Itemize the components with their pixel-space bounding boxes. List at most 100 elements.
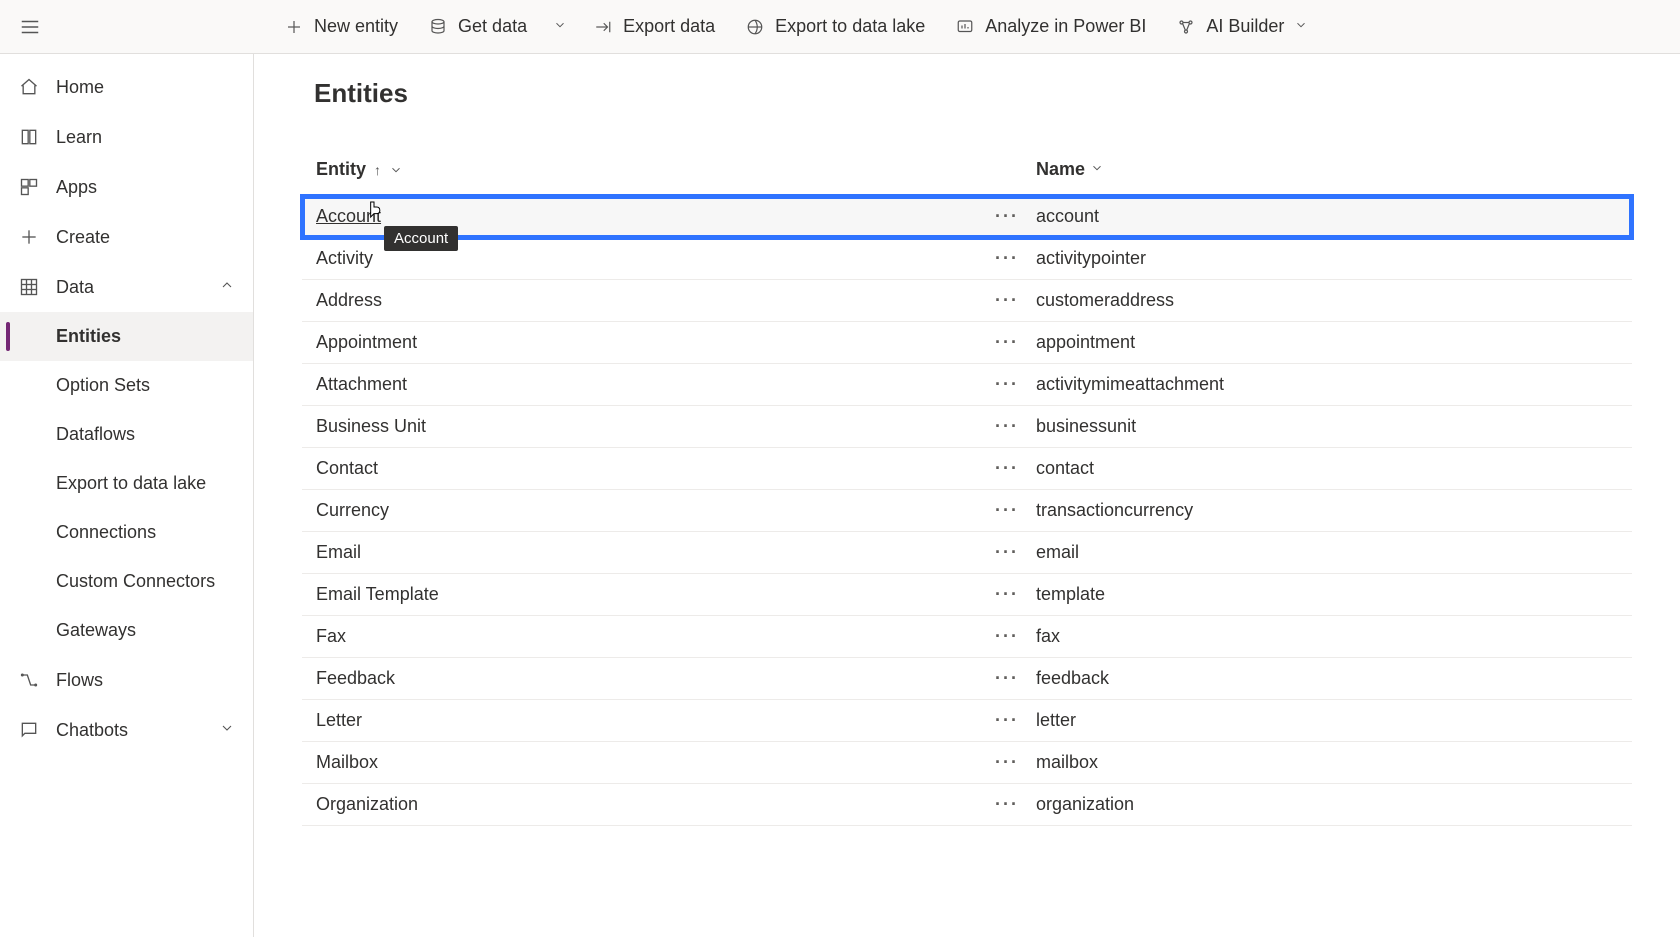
chevron-down-icon — [1090, 161, 1104, 175]
row-more-button[interactable]: ··· — [982, 542, 1032, 563]
entity-name-cell: contact — [1032, 458, 1632, 479]
get-data-button[interactable]: Get data — [414, 10, 541, 43]
new-entity-button[interactable]: New entity — [270, 10, 412, 43]
entity-link[interactable]: Feedback — [316, 668, 395, 689]
row-more-button[interactable]: ··· — [982, 794, 1032, 815]
sidebar-item-label: Dataflows — [56, 424, 135, 445]
row-more-button[interactable]: ··· — [982, 374, 1032, 395]
hamburger-icon — [19, 16, 41, 38]
table-row[interactable]: Activity ···activitypointer — [302, 238, 1632, 280]
export-data-label: Export data — [623, 16, 715, 37]
entity-name-cell: fax — [1032, 626, 1632, 647]
sidebar-item-dataflows[interactable]: Dataflows — [0, 410, 253, 459]
entity-name-cell: transactioncurrency — [1032, 500, 1632, 521]
entity-link[interactable]: Email — [316, 542, 361, 563]
table-row[interactable]: Letter···letter — [302, 700, 1632, 742]
sort-ascending-icon: ↑ — [374, 162, 381, 178]
row-more-button[interactable]: ··· — [982, 416, 1032, 437]
sidebar-item-label: Option Sets — [56, 375, 150, 396]
get-data-dropdown[interactable] — [543, 10, 577, 43]
entity-name-cell: email — [1032, 542, 1632, 563]
export-icon — [593, 17, 613, 37]
entity-name-cell: businessunit — [1032, 416, 1632, 437]
table-row[interactable]: Business Unit ···businessunit — [302, 406, 1632, 448]
row-more-button[interactable]: ··· — [982, 332, 1032, 353]
sidebar-item-label: Home — [56, 77, 104, 98]
entity-name-cell: activitymimeattachment — [1032, 374, 1632, 395]
row-more-button[interactable]: ··· — [982, 206, 1032, 227]
row-more-button[interactable]: ··· — [982, 290, 1032, 311]
hamburger-button[interactable] — [12, 9, 48, 45]
table-row[interactable]: Currency ···transactioncurrency — [302, 490, 1632, 532]
grid-header: Entity ↑ Name — [302, 149, 1632, 196]
sidebar-item-apps[interactable]: Apps — [0, 162, 253, 212]
entity-link[interactable]: Currency — [316, 500, 389, 521]
column-header-label: Entity — [316, 159, 366, 180]
sidebar-item-data[interactable]: Data — [0, 262, 253, 312]
ai-builder-button[interactable]: AI Builder — [1162, 10, 1322, 43]
sidebar-item-gateways[interactable]: Gateways — [0, 606, 253, 655]
analyze-powerbi-label: Analyze in Power BI — [985, 16, 1146, 37]
sidebar-item-label: Entities — [56, 326, 121, 347]
sidebar-item-option-sets[interactable]: Option Sets — [0, 361, 253, 410]
entity-link[interactable]: Letter — [316, 710, 362, 731]
table-row[interactable]: Feedback ···feedback — [302, 658, 1632, 700]
entity-link[interactable]: Appointment — [316, 332, 417, 353]
table-row[interactable]: Appointment···appointment — [302, 322, 1632, 364]
row-more-button[interactable]: ··· — [982, 668, 1032, 689]
entity-link[interactable]: Email Template — [316, 584, 439, 605]
sidebar-item-label: Apps — [56, 177, 97, 198]
chevron-up-icon — [219, 277, 235, 298]
entity-link[interactable]: Contact — [316, 458, 378, 479]
sidebar-item-learn[interactable]: Learn — [0, 112, 253, 162]
entity-link[interactable]: Attachment — [316, 374, 407, 395]
sidebar-item-label: Custom Connectors — [56, 571, 215, 592]
analyze-powerbi-button[interactable]: Analyze in Power BI — [941, 10, 1160, 43]
table-row[interactable]: Account···account — [302, 196, 1632, 238]
table-row[interactable]: Organization···organization — [302, 784, 1632, 826]
row-more-button[interactable]: ··· — [982, 248, 1032, 269]
get-data-label: Get data — [458, 16, 527, 37]
column-header-name[interactable]: Name — [1032, 159, 1632, 180]
row-more-button[interactable]: ··· — [982, 584, 1032, 605]
entity-link[interactable]: Fax — [316, 626, 346, 647]
entity-name-cell: feedback — [1032, 668, 1632, 689]
sidebar-item-flows[interactable]: Flows — [0, 655, 253, 705]
database-icon — [428, 17, 448, 37]
entity-link[interactable]: Address — [316, 290, 382, 311]
sidebar-item-export-data-lake[interactable]: Export to data lake — [0, 459, 253, 508]
sidebar-item-connections[interactable]: Connections — [0, 508, 253, 557]
entity-link[interactable]: Organization — [316, 794, 418, 815]
table-row[interactable]: Contact ···contact — [302, 448, 1632, 490]
sidebar-item-chatbots[interactable]: Chatbots — [0, 705, 253, 755]
export-data-button[interactable]: Export data — [579, 10, 729, 43]
column-header-entity[interactable]: Entity ↑ — [302, 159, 982, 180]
plus-icon — [284, 17, 304, 37]
sidebar-item-create[interactable]: Create — [0, 212, 253, 262]
row-more-button[interactable]: ··· — [982, 752, 1032, 773]
entity-link[interactable]: Account — [316, 206, 381, 227]
row-more-button[interactable]: ··· — [982, 626, 1032, 647]
entity-link[interactable]: Mailbox — [316, 752, 378, 773]
table-row[interactable]: Email ···email — [302, 532, 1632, 574]
sidebar-item-label: Chatbots — [56, 720, 128, 741]
table-row[interactable]: Attachment ···activitymimeattachment — [302, 364, 1632, 406]
sidebar-item-entities[interactable]: Entities — [0, 312, 253, 361]
entity-name-cell: activitypointer — [1032, 248, 1632, 269]
export-data-lake-label: Export to data lake — [775, 16, 925, 37]
entity-link[interactable]: Activity — [316, 248, 373, 269]
table-row[interactable]: Address···customeraddress — [302, 280, 1632, 322]
export-data-lake-button[interactable]: Export to data lake — [731, 10, 939, 43]
entity-link[interactable]: Business Unit — [316, 416, 426, 437]
table-row[interactable]: Email Template···template — [302, 574, 1632, 616]
sidebar-item-custom-connectors[interactable]: Custom Connectors — [0, 557, 253, 606]
table-row[interactable]: Mailbox···mailbox — [302, 742, 1632, 784]
row-more-button[interactable]: ··· — [982, 500, 1032, 521]
chevron-down-icon — [553, 18, 567, 32]
data-lake-icon — [745, 17, 765, 37]
table-row[interactable]: Fax ···fax — [302, 616, 1632, 658]
apps-icon — [18, 176, 40, 198]
row-more-button[interactable]: ··· — [982, 458, 1032, 479]
row-more-button[interactable]: ··· — [982, 710, 1032, 731]
sidebar-item-home[interactable]: Home — [0, 62, 253, 112]
